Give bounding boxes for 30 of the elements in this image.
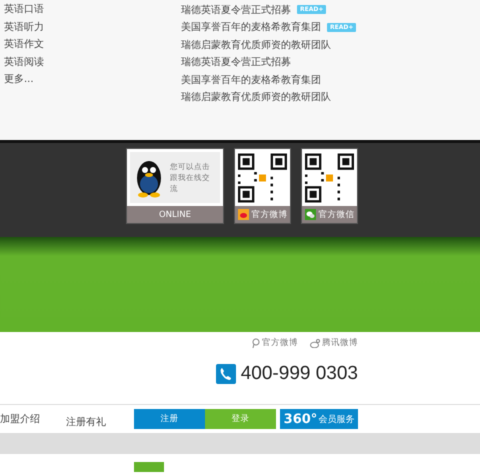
category-link[interactable]: 英语阅读 [0, 54, 181, 71]
member-service-button[interactable]: 360°会员服务 [280, 409, 358, 429]
tag-block [134, 462, 164, 472]
weibo-icon [238, 209, 248, 220]
register-button[interactable]: 注册 [134, 409, 205, 429]
category-link[interactable]: 英语作文 [0, 36, 181, 54]
news-link[interactable]: 瑞德启蒙教育优质师资的教研团队 [181, 38, 331, 52]
news-link[interactable]: 瑞德英语夏令营正式招募 [181, 2, 291, 17]
qr-code-icon [305, 152, 354, 202]
phone-icon [216, 364, 236, 384]
phone-number: 400-999 0303 [240, 363, 358, 385]
qr-card[interactable]: 官方微博 [234, 148, 291, 224]
social-link[interactable]: 官方微博 [252, 337, 298, 349]
nav-link[interactable]: 注册有礼 [66, 416, 106, 428]
nav-link[interactable]: 加盟介绍 [0, 412, 40, 426]
news-link[interactable]: 瑞德英语夏令营正式招募 [181, 55, 291, 70]
chat-bubbles-icon [304, 209, 316, 220]
category-link[interactable]: 英语听力 [0, 18, 181, 36]
category-link[interactable]: 更多... [0, 71, 181, 88]
online-label: ONLINE [127, 206, 223, 223]
qr-code-icon [238, 152, 287, 202]
qr-card[interactable]: 官方微信 [301, 148, 358, 224]
qr-caption: 官方微博 [235, 206, 290, 223]
social-link[interactable]: 腾讯微博 [310, 337, 358, 349]
news-link[interactable]: 美国享誉百年的麦格希教育集团 [181, 20, 321, 34]
qr-caption: 官方微信 [302, 206, 357, 223]
news-link[interactable]: 瑞德启蒙教育优质师资的教研团队 [181, 90, 331, 104]
weibo-icon [310, 338, 320, 348]
news-link[interactable]: 美国享誉百年的麦格希教育集团 [181, 72, 321, 87]
category-link[interactable]: 英语口语 [0, 1, 181, 18]
